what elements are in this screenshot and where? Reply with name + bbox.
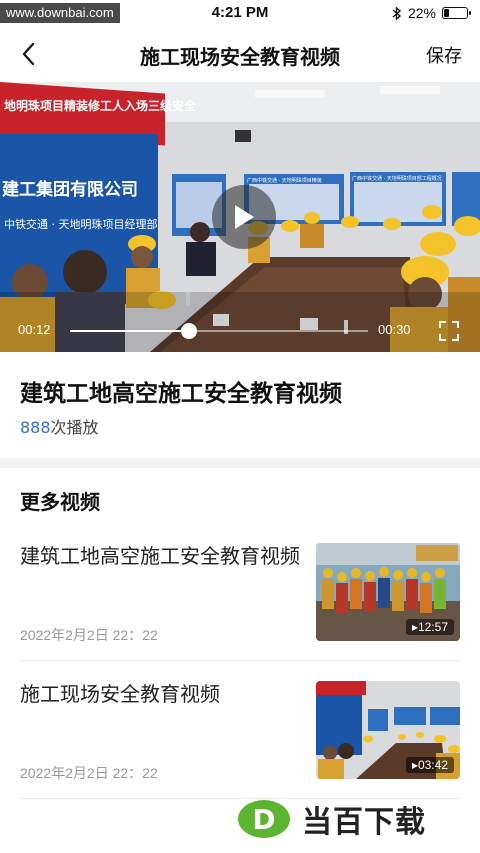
list-item-date: 2022年2月2日 22：22 [20, 627, 158, 643]
brand-watermark: D 当百下载 [236, 797, 426, 841]
video-player[interactable]: 地明珠项目精装修工人入场三级安全 建工集团有限公司 中铁交通 · 天地明珠项目经… [0, 82, 480, 352]
progress-track[interactable] [70, 323, 368, 339]
scene-board-1-text: 广西中铁交通 · 天地明珠项目精装 [247, 177, 322, 184]
save-button[interactable]: 保存 [426, 42, 462, 68]
play-count-number: 888 [20, 418, 51, 437]
section-divider [0, 458, 480, 468]
list-item[interactable]: 建筑工地高空施工安全教育视频 2022年2月2日 22：22 ▸12:57 [0, 538, 480, 674]
bluetooth-icon [392, 5, 402, 21]
status-bar: www.downbai.com 4:21 PM 22% [0, 0, 480, 26]
list-item-title[interactable]: 建筑工地高空施工安全教育视频 [20, 540, 302, 572]
scene-company-text: 建工集团有限公司 [2, 179, 138, 200]
duration-badge: ▸12:57 [405, 619, 454, 635]
brand-logo-icon: D [238, 800, 290, 838]
scene-banner-text: 地明珠项目精装修工人入场三级安全 [4, 98, 197, 113]
current-time: 00:12 [18, 322, 51, 337]
list-item-thumbnail[interactable]: ▸03:42 [316, 681, 460, 779]
progress-played [70, 330, 190, 332]
more-videos-heading: 更多视频 [20, 490, 100, 514]
status-indicators: 22% [392, 5, 471, 21]
brand-logo-letter: D [252, 803, 275, 836]
navigation-bar: 施工现场安全教育视频 保存 [0, 26, 480, 82]
play-icon [235, 205, 254, 229]
play-count: 888次播放 [20, 414, 99, 438]
brand-name: 当百下载 [302, 805, 426, 840]
fullscreen-icon [439, 321, 459, 341]
fullscreen-button[interactable] [438, 320, 460, 342]
total-time: 00:30 [378, 322, 411, 337]
list-item-date: 2022年2月2日 22：22 [20, 765, 158, 781]
duration-badge: ▸03:42 [405, 757, 454, 773]
battery-icon [442, 7, 471, 19]
scene-sub-text: 中铁交通 · 天地明珠项目经理部 [4, 217, 158, 231]
progress-thumb[interactable] [181, 323, 198, 339]
list-separator [20, 660, 460, 661]
list-item[interactable]: 施工现场安全教育视频 2022年2月2日 22：22 ▸03:42 [0, 676, 480, 812]
video-info: 建筑工地高空施工安全教育视频 888次播放 [0, 352, 480, 458]
playback-controls: 00:12 00:30 [0, 318, 480, 344]
page-title: 施工现场安全教育视频 [140, 45, 340, 69]
list-item-title[interactable]: 施工现场安全教育视频 [20, 678, 302, 710]
play-count-suffix: 次播放 [50, 418, 99, 437]
battery-percent: 22% [407, 5, 436, 21]
video-title: 建筑工地高空施工安全教育视频 [20, 381, 342, 407]
scene-board-2-text: 广西中铁交通 · 天地明珠项目部工程概况 [352, 175, 442, 182]
list-item-thumbnail[interactable]: ▸12:57 [316, 543, 460, 641]
play-button[interactable] [212, 185, 276, 249]
